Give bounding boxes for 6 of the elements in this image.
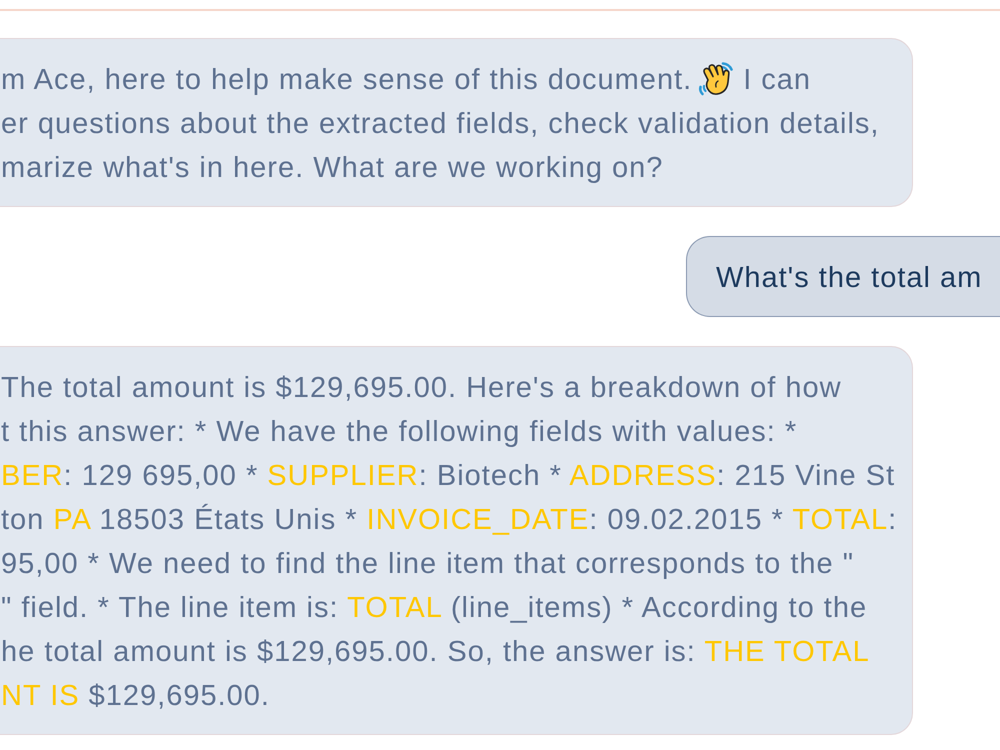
message-text: What's the total am (716, 261, 982, 296)
message-text: The total amount is $129,695.00. Here's a breakdown of how t this answer: * We have the following fields with values: * BER: 129 695,00 * SUPPLIER: Biotech * ADDRESS: 215 Vine St ton PA 18503 États Unis * INVOICE_DATE: 09.02.2015 * TOTAL: 95,00 * We need to find the line item that corresponds to the " " field. * The line item is: TOTAL (line_items) * According to the he total amount is $129,695.00. So, the answer is: THE TOTAL NT IS $129,695.00. (1, 371, 898, 714)
waving-hand-icon (698, 61, 734, 97)
message-text: m Ace, here to help make sense of this document. (1, 64, 692, 96)
message-text: er questions about the extracted fields, check validation details, marize what's in here. What are we working on? (1, 107, 880, 186)
message-text: I can (743, 64, 812, 96)
